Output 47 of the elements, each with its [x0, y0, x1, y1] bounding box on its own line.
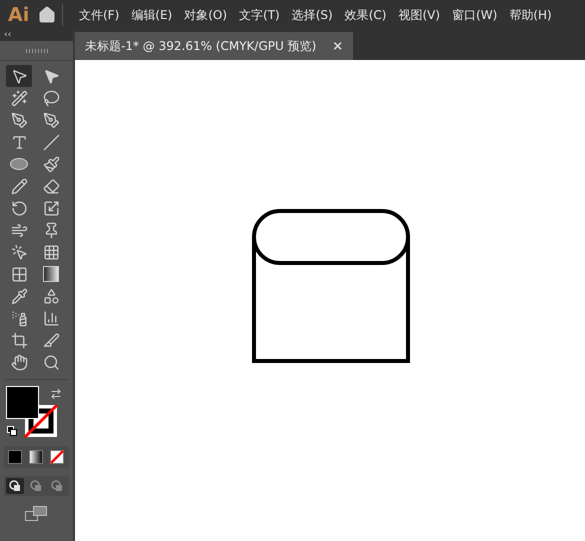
- menu-item[interactable]: 帮助(H): [503, 6, 558, 24]
- swap-icon[interactable]: [50, 388, 62, 400]
- gradient-icon: [43, 266, 59, 282]
- gradient-mode-button[interactable]: [27, 448, 45, 466]
- bar-chart-icon: [42, 310, 60, 326]
- document-tab[interactable]: 未标题-1* @ 392.61% (CMYK/GPU 预览) ×: [75, 32, 354, 60]
- lasso-icon: [42, 90, 60, 106]
- filled-arrow-icon: [42, 68, 60, 84]
- mesh-icon: [10, 266, 28, 282]
- hand-icon: [10, 354, 28, 370]
- menu-item[interactable]: 文件(F): [73, 6, 126, 24]
- rotate-icon: [10, 200, 28, 216]
- selection-arrow-icon: [10, 68, 28, 84]
- fill-stroke-swatch-drawing[interactable]: [6, 386, 58, 438]
- paintbrush-icon: [42, 156, 60, 172]
- menu-item[interactable]: 效果(C): [338, 6, 392, 24]
- close-button[interactable]: ×: [332, 38, 344, 54]
- panel-grip-icon[interactable]: [26, 48, 48, 52]
- menu-item[interactable]: 文字(T): [233, 6, 286, 24]
- ellipse-icon: [10, 158, 28, 170]
- tool-button[interactable]: [6, 65, 32, 87]
- menu-item[interactable]: 窗口(W): [446, 6, 504, 24]
- spray-icon: [10, 310, 28, 326]
- line-icon: [42, 134, 60, 150]
- menu-item[interactable]: 编辑(E): [125, 6, 178, 24]
- color-mode-button[interactable]: [6, 448, 24, 466]
- document-title: 未标题-1* @ 392.61% (CMYK/GPU 预览): [85, 38, 316, 54]
- menu-item[interactable]: 选择(S): [286, 6, 339, 24]
- menu-item[interactable]: 对象(O): [178, 6, 234, 24]
- home-icon[interactable]: [38, 6, 56, 24]
- eraser-icon: [42, 178, 60, 194]
- type-icon: [10, 134, 28, 150]
- artboard-icon: [10, 332, 28, 348]
- draw-mode-button[interactable]: [6, 478, 24, 494]
- eyedropper-icon: [10, 288, 28, 304]
- pen-nib-icon: [10, 112, 28, 128]
- menu-item[interactable]: 视图(V): [392, 6, 446, 24]
- screen-mode-icon[interactable]: [25, 506, 47, 522]
- slice-icon: [42, 332, 60, 348]
- none-mode-button[interactable]: [48, 448, 66, 466]
- pencil-icon: [10, 178, 28, 194]
- scale-icon: [42, 200, 60, 216]
- app-logo[interactable]: Ai: [8, 4, 38, 26]
- zoom-icon: [42, 354, 60, 370]
- default-colors-icon[interactable]: [7, 426, 17, 436]
- collapse-button[interactable]: ‹‹: [0, 30, 73, 41]
- magic-wand-icon: [10, 90, 28, 106]
